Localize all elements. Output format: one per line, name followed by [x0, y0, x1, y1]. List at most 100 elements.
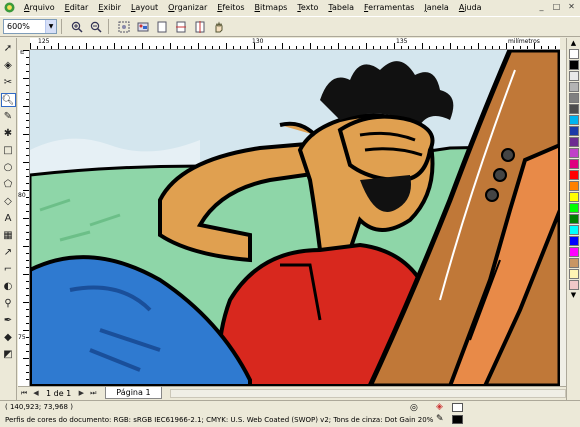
color-swatch[interactable] — [568, 192, 579, 202]
ruler-tick — [23, 134, 29, 135]
horizontal-scrollbar[interactable] — [169, 388, 566, 398]
next-page-icon[interactable]: ▶ — [75, 388, 87, 399]
document-window-controls: _ □ ✕ — [536, 2, 577, 12]
color-swatch[interactable] — [568, 236, 579, 246]
table-tool-icon[interactable]: ▦ — [1, 229, 16, 243]
prev-page-icon[interactable]: ◀ — [30, 388, 42, 399]
color-swatch[interactable] — [568, 137, 579, 147]
zoom-tool-icon[interactable]: 🔍︎ — [0, 93, 16, 107]
ruler-label: 125 — [38, 38, 50, 45]
ruler-tick — [338, 43, 339, 49]
zoom-level-select[interactable]: 600% ▼ — [3, 19, 57, 34]
zoom-out-icon[interactable] — [88, 19, 104, 35]
text-tool-icon[interactable]: A — [1, 212, 16, 226]
ruler-origin[interactable] — [18, 38, 30, 50]
menu-texto[interactable]: Texto — [292, 0, 323, 15]
minimize-button[interactable]: _ — [536, 2, 547, 12]
restore-button[interactable]: □ — [551, 2, 562, 12]
menu-layout[interactable]: Layout — [126, 0, 163, 15]
dimension-tool-icon[interactable]: ↗ — [1, 246, 16, 260]
color-swatch[interactable] — [568, 269, 579, 279]
drawing-canvas[interactable] — [30, 50, 560, 386]
menu-ferramentas[interactable]: Ferramentas — [359, 0, 419, 15]
first-page-icon[interactable]: ⏮ — [18, 388, 30, 399]
color-swatch[interactable] — [568, 280, 579, 290]
fill-tool-icon[interactable]: ◆ — [1, 331, 16, 345]
color-swatch[interactable] — [568, 60, 579, 70]
color-swatch[interactable] — [568, 49, 579, 59]
zoom-width-icon[interactable] — [173, 19, 189, 35]
color-swatch[interactable] — [568, 93, 579, 103]
crop-tool-icon[interactable]: ✂ — [1, 76, 16, 90]
color-proof-icon[interactable]: ◎ — [410, 403, 418, 413]
menu-janela[interactable]: Janela — [419, 0, 453, 15]
fill-indicator-icon: ◈ — [436, 402, 443, 412]
ruler-tick — [478, 43, 479, 49]
zoom-height-icon[interactable] — [192, 19, 208, 35]
vertical-ruler[interactable]: milímetros 80 75 — [18, 50, 30, 386]
freehand-tool-icon[interactable]: ✎ — [1, 110, 16, 124]
horizontal-ruler[interactable]: 125 130 135 milímetros — [30, 38, 560, 50]
zoom-selection-icon[interactable] — [116, 19, 132, 35]
ruler-tick — [254, 43, 255, 49]
ruler-label: 135 — [396, 38, 408, 45]
ruler-tick — [114, 43, 115, 49]
ruler-tick — [23, 358, 29, 359]
close-button[interactable]: ✕ — [566, 2, 577, 12]
ruler-tick — [142, 43, 143, 49]
pan-icon[interactable] — [211, 19, 227, 35]
color-swatch[interactable] — [568, 126, 579, 136]
menu-bitmaps[interactable]: Bitmaps — [250, 0, 293, 15]
menu-arquivo[interactable]: Arquivo — [19, 0, 60, 15]
chevron-down-icon[interactable]: ▼ — [45, 20, 56, 33]
palette-scroll-up-icon[interactable]: ▲ — [567, 38, 580, 48]
color-swatch[interactable] — [568, 214, 579, 224]
color-swatch[interactable] — [568, 159, 579, 169]
smart-fill-icon[interactable]: ✱ — [1, 127, 16, 141]
menu-exibir[interactable]: Exibir — [93, 0, 126, 15]
connector-tool-icon[interactable]: ⌐ — [1, 263, 16, 277]
ruler-label: 80 — [18, 192, 26, 199]
menu-efeitos[interactable]: Efeitos — [212, 0, 249, 15]
zoom-all-icon[interactable] — [135, 19, 151, 35]
shape-tool-icon[interactable]: ◈ — [1, 59, 16, 73]
ruler-tick — [23, 302, 29, 303]
page-tab[interactable]: Página 1 — [105, 387, 162, 399]
ruler-tick — [450, 43, 451, 49]
color-swatch[interactable] — [568, 170, 579, 180]
zoom-in-icon[interactable] — [69, 19, 85, 35]
interactive-fill-icon[interactable]: ◩ — [1, 348, 16, 362]
outline-color-swatch[interactable] — [452, 415, 463, 424]
menu-tabela[interactable]: Tabela — [323, 0, 359, 15]
eyedropper-tool-icon[interactable]: ⚲ — [1, 297, 16, 311]
ellipse-tool-icon[interactable]: ○ — [1, 161, 16, 175]
fill-color-swatch[interactable] — [452, 403, 463, 412]
menu-organizar[interactable]: Organizar — [163, 0, 212, 15]
last-page-icon[interactable]: ⏭ — [87, 388, 99, 399]
polygon-tool-icon[interactable]: ⬠ — [1, 178, 16, 192]
menu-ajuda[interactable]: Ajuda — [454, 0, 487, 15]
blend-tool-icon[interactable]: ◐ — [1, 280, 16, 294]
color-swatch[interactable] — [568, 82, 579, 92]
color-swatch[interactable] — [568, 148, 579, 158]
color-swatch[interactable] — [568, 71, 579, 81]
rectangle-tool-icon[interactable]: □ — [1, 144, 16, 158]
color-swatch[interactable] — [568, 225, 579, 235]
color-swatch[interactable] — [568, 115, 579, 125]
color-swatch[interactable] — [568, 258, 579, 268]
ruler-tick — [23, 330, 29, 331]
color-swatch[interactable] — [568, 247, 579, 257]
corel-app-icon[interactable] — [4, 2, 15, 13]
basic-shapes-icon[interactable]: ◇ — [1, 195, 16, 209]
toolbar-separator — [108, 19, 109, 34]
pick-tool-icon[interactable]: ➚ — [1, 42, 16, 56]
color-swatch[interactable] — [568, 203, 579, 213]
menu-editar[interactable]: Editar — [60, 0, 94, 15]
ruler-tick — [23, 246, 29, 247]
toolbar-separator — [61, 19, 62, 34]
palette-scroll-down-icon[interactable]: ▼ — [567, 290, 580, 300]
color-swatch[interactable] — [568, 104, 579, 114]
zoom-page-icon[interactable] — [154, 19, 170, 35]
color-swatch[interactable] — [568, 181, 579, 191]
outline-tool-icon[interactable]: ✒ — [1, 314, 16, 328]
